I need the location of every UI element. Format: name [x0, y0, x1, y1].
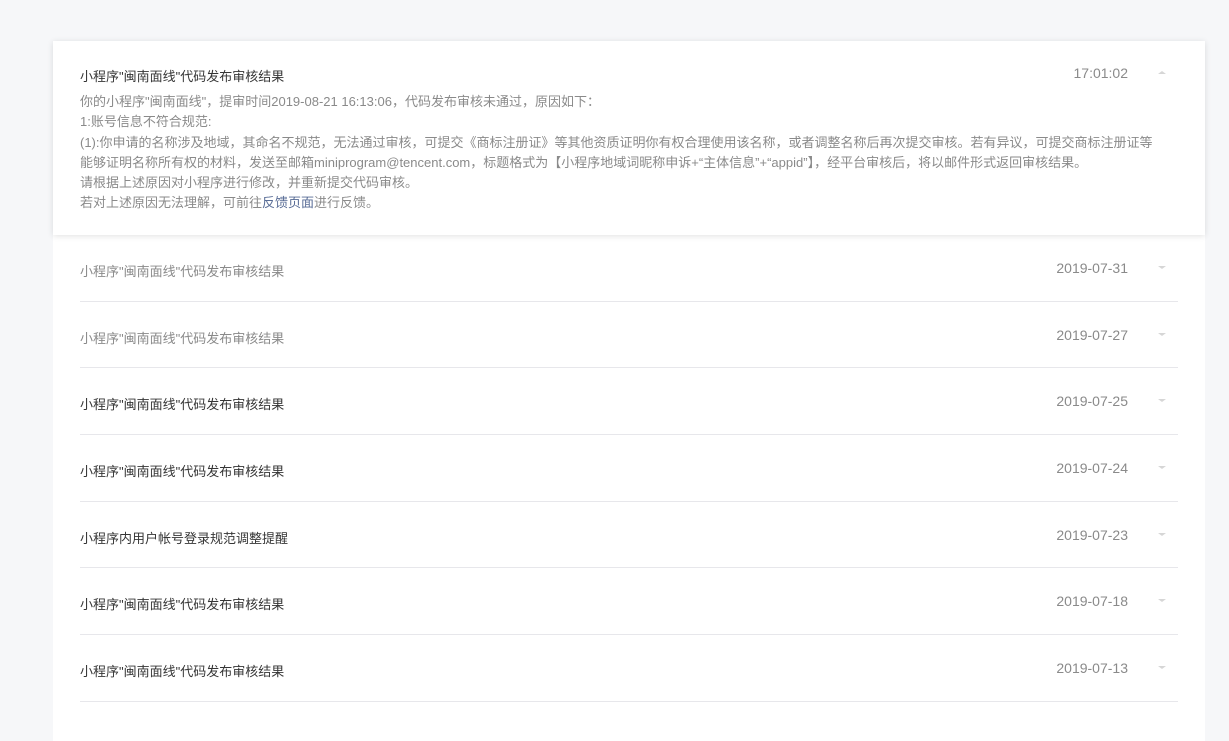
list-item[interactable]: 小程序内用户帐号登录规范调整提醒 2019-07-23 — [80, 502, 1178, 569]
message-title: 小程序内用户帐号登录规范调整提醒 — [80, 530, 289, 546]
message-date: 2019-07-23 — [1056, 526, 1128, 543]
body-text: 进行反馈。 — [314, 195, 380, 211]
message-date: 2019-07-25 — [1056, 393, 1128, 410]
list-item[interactable]: 小程序"闽南面线"代码发布审核结果 2019-07-27 — [80, 302, 1178, 369]
message-title: 小程序"闽南面线"代码发布审核结果 — [80, 330, 285, 346]
body-line: (1):你申请的名称涉及地域，其命名不规范，无法通过审核，可提交《商标注册证》等… — [80, 134, 1153, 150]
message-date: 2019-07-18 — [1056, 593, 1128, 610]
message-title: 小程序"闽南面线"代码发布审核结果 — [80, 264, 285, 279]
message-date: 2019-07-13 — [1056, 660, 1128, 677]
message-time: 17:01:02 — [1073, 65, 1129, 81]
collapse-arrow-icon[interactable] — [1158, 71, 1166, 74]
expanded-message[interactable]: 小程序"闽南面线"代码发布审核结果 17:01:02 你的小程序"闽南面线"，提… — [53, 41, 1205, 235]
body-line: 你的小程序"闽南面线"，提审时间2019-08-21 16:13:06，代码发布… — [80, 94, 600, 109]
message-body: 你的小程序"闽南面线"，提审时间2019-08-21 16:13:06，代码发布… — [80, 92, 1153, 214]
expand-arrow-icon[interactable] — [1158, 332, 1166, 336]
list-item[interactable]: 小程序"闽南面线"代码发布审核结果 2019-07-13 — [80, 635, 1178, 702]
message-title: 小程序"闽南面线"代码发布审核结果 — [80, 597, 285, 613]
expand-arrow-icon[interactable] — [1158, 466, 1166, 470]
message-date: 2019-07-27 — [1056, 326, 1128, 343]
list-item[interactable]: 小程序"闽南面线"代码发布审核结果 2019-07-24 — [80, 435, 1178, 502]
message-date: 2019-07-24 — [1056, 460, 1128, 477]
list-item[interactable]: 小程序"闽南面线"代码发布审核结果 2019-07-25 — [80, 368, 1178, 436]
message-title: 小程序"闽南面线"代码发布审核结果 — [80, 664, 285, 680]
message-date: 2019-07-31 — [1056, 260, 1128, 276]
message-title: 小程序"闽南面线"代码发布审核结果 — [80, 69, 285, 84]
list-item[interactable]: 小程序"闽南面线"代码发布审核结果 2019-07-31 — [80, 235, 1178, 302]
body-line: 若对上述原因无法理解，可前往反馈页面进行反馈。 — [80, 193, 1140, 213]
message-title: 小程序"闽南面线"代码发布审核结果 — [80, 397, 285, 413]
expand-arrow-icon[interactable] — [1158, 599, 1166, 603]
feedback-page-link[interactable]: 反馈页面 — [262, 195, 314, 210]
expand-arrow-icon[interactable] — [1158, 399, 1166, 403]
body-line: 能够证明名称所有权的材料，发送至邮箱miniprogram@tencent.co… — [80, 154, 1088, 170]
list-item[interactable]: 小程序"闽南面线"代码发布审核结果 2019-07-18 — [80, 568, 1178, 636]
body-line: 1:账号信息不符合规范: — [80, 114, 212, 130]
body-line: 请根据上述原因对小程序进行修改，并重新提交代码审核。 — [80, 175, 419, 191]
message-list: 小程序"闽南面线"代码发布审核结果 2019-07-31 小程序"闽南面线"代码发… — [80, 235, 1178, 702]
expand-arrow-icon[interactable] — [1158, 666, 1166, 670]
message-title: 小程序"闽南面线"代码发布审核结果 — [80, 464, 285, 480]
body-text: 若对上述原因无法理解，可前往 — [80, 195, 263, 211]
expand-arrow-icon[interactable] — [1158, 266, 1166, 269]
expand-arrow-icon[interactable] — [1158, 532, 1166, 536]
